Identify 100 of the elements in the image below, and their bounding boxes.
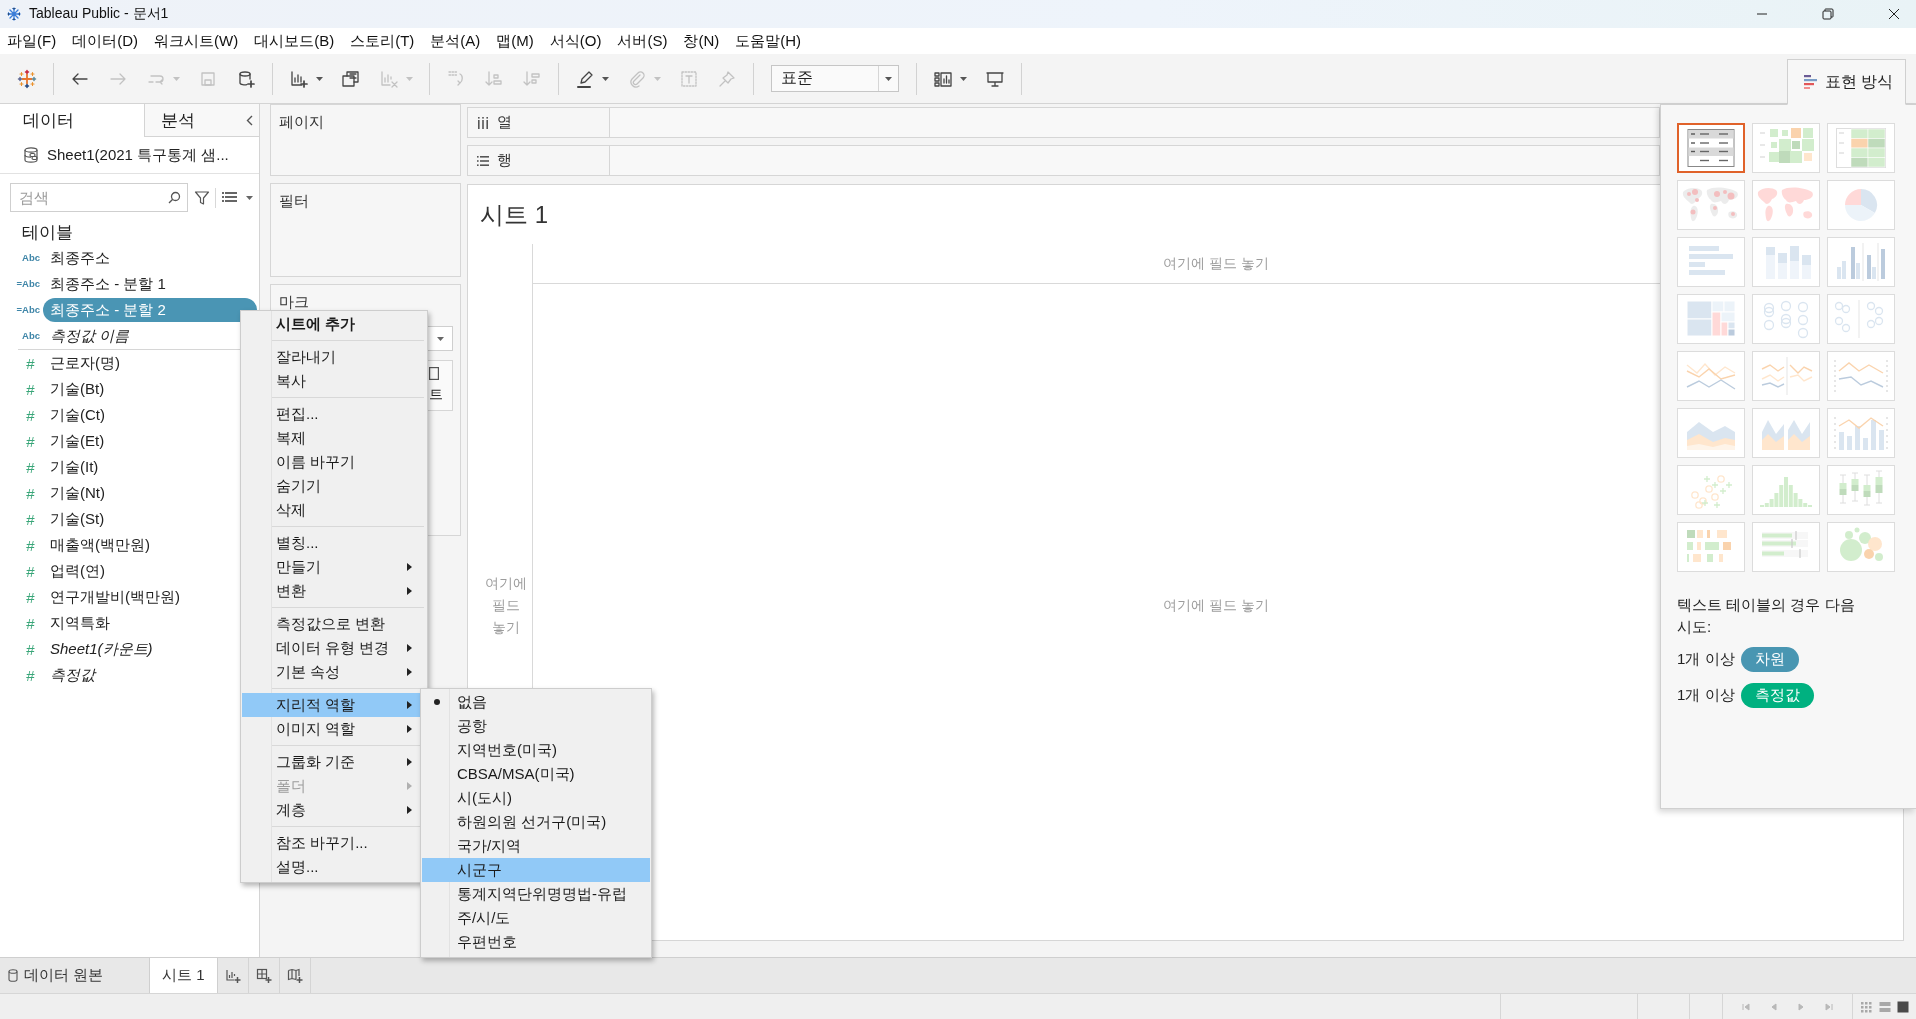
new-sheet-icon[interactable] xyxy=(224,967,241,984)
menu-item[interactable]: 하원의원 선거구(미국) xyxy=(422,810,650,834)
menu-item[interactable]: 데이터 유형 변경 xyxy=(242,636,426,660)
menu-item[interactable]: 삭제 xyxy=(242,498,426,522)
menu-item[interactable]: 우편번호 xyxy=(422,930,650,954)
menu-bar-item[interactable]: 분석(A) xyxy=(430,31,481,51)
columns-shelf[interactable] xyxy=(610,107,1660,138)
data-type-icon: =Abc xyxy=(16,305,40,315)
field-item[interactable]: Sheet1(카운트) xyxy=(43,637,160,661)
data-type-icon: # xyxy=(16,641,40,657)
menu-bar-item[interactable]: 워크시트(W) xyxy=(154,31,239,51)
drop-zone-text: 여기에 필드 놓기 xyxy=(484,574,528,637)
caret-icon[interactable] xyxy=(437,336,444,341)
data-type-icon: # xyxy=(16,459,40,475)
menu-item[interactable]: 국가/지역 xyxy=(422,834,650,858)
dot-grid-icon[interactable] xyxy=(1859,1000,1872,1013)
sheet-title: 시트 1 xyxy=(480,200,548,230)
rows-shelf[interactable] xyxy=(610,145,1660,176)
card-title: 마크 xyxy=(279,293,309,312)
data-type-icon: # xyxy=(16,537,40,553)
stacked-charts-icon[interactable] xyxy=(341,68,361,89)
menu-item[interactable]: 시(도시) xyxy=(422,786,650,810)
field-item[interactable]: 측정값 이름 xyxy=(43,324,137,348)
field-item[interactable]: 근로자(명) xyxy=(43,351,127,375)
data-type-icon: # xyxy=(16,615,40,631)
list-view-icon[interactable] xyxy=(222,191,237,204)
menu-bar-item[interactable]: 파일(F) xyxy=(7,31,57,51)
menu-bar-item[interactable]: 데이터(D) xyxy=(72,31,138,51)
grid-plus-icon[interactable] xyxy=(255,967,272,984)
menu-item[interactable]: 이름 바꾸기 xyxy=(242,450,426,474)
menu-item[interactable]: 시군구 xyxy=(422,858,650,882)
menu-item[interactable]: 통계지역단위명명법-유럽 xyxy=(422,882,650,906)
horizontal-bars-icon xyxy=(1804,75,1817,89)
menu-item[interactable]: 만들기 xyxy=(242,555,426,579)
sheet-tab[interactable]: 시트 1 xyxy=(150,958,218,993)
filled-square-icon[interactable] xyxy=(1897,1000,1910,1013)
menu-item[interactable]: 숨기기 xyxy=(242,474,426,498)
data-type-icon: # xyxy=(16,589,40,605)
logo-icon[interactable] xyxy=(17,68,37,89)
close-icon[interactable] xyxy=(1888,8,1900,20)
data-type-icon: # xyxy=(16,511,40,527)
pane-tab[interactable]: 분석 xyxy=(144,104,240,137)
filter-icon[interactable] xyxy=(194,189,210,206)
data-type-icon: # xyxy=(16,667,40,683)
field-item[interactable]: 기술(Ct) xyxy=(43,403,112,427)
shelf-label: 행 xyxy=(497,151,512,170)
menu-bar-item[interactable]: 서버(S) xyxy=(617,31,668,51)
field-item[interactable]: 최종주소 xyxy=(43,246,117,270)
database-link-icon xyxy=(22,146,40,164)
field-item[interactable]: 기술(It) xyxy=(43,455,106,479)
search-field[interactable]: 검색 xyxy=(10,183,188,212)
menu-item[interactable]: 기본 속성 xyxy=(242,660,426,684)
data-type-icon: =Abc xyxy=(16,279,40,289)
menu-bar-item[interactable]: 스토리(T) xyxy=(350,31,415,51)
field-item[interactable]: 매출액(백만원) xyxy=(43,533,157,557)
menu-item[interactable]: 복제 xyxy=(242,426,426,450)
database-plus-icon[interactable] xyxy=(236,68,256,89)
card-title: 필터 xyxy=(279,192,309,211)
field-item[interactable]: 기술(Bt) xyxy=(43,377,112,401)
data-type-icon: # xyxy=(16,563,40,579)
menu-item[interactable]: 별칭... xyxy=(242,531,426,555)
show-me-tab[interactable]: 표현 방식 xyxy=(1787,59,1906,105)
menu-item[interactable]: CBSA/MSA(미국) xyxy=(422,762,650,786)
caret-icon[interactable] xyxy=(602,76,609,81)
shelf-label: 열 xyxy=(497,113,512,132)
menu-item[interactable]: 측정값으로 변환 xyxy=(242,612,426,636)
map-plus-icon[interactable] xyxy=(286,967,303,984)
field-item[interactable]: 연구개발비(백만원) xyxy=(43,585,187,609)
field-item[interactable]: 측정값 xyxy=(43,663,102,687)
menu-item[interactable]: 변환 xyxy=(242,579,426,603)
field-item[interactable]: 기술(St) xyxy=(43,507,112,531)
caret-icon[interactable] xyxy=(316,76,323,81)
caret-icon[interactable] xyxy=(885,76,892,81)
menu-bar-item[interactable]: 대시보드(B) xyxy=(254,31,335,51)
menu-bar-item[interactable]: 서식(O) xyxy=(549,31,602,51)
field-item[interactable]: 기술(Nt) xyxy=(43,481,112,505)
menu-bar-item[interactable]: 맵(M) xyxy=(496,31,534,51)
menu-bar-item[interactable]: 창(N) xyxy=(683,31,720,51)
field-item[interactable]: 업력(연) xyxy=(43,559,112,583)
restore-icon[interactable] xyxy=(1822,8,1834,20)
rows-icon xyxy=(477,154,489,167)
field-item[interactable]: 기술(Et) xyxy=(43,429,112,453)
chevron-left-icon[interactable] xyxy=(246,114,253,126)
search-icon[interactable] xyxy=(168,191,181,204)
app-logo-icon xyxy=(6,6,22,22)
fit-select[interactable]: 표준 xyxy=(771,65,899,92)
caret-icon[interactable] xyxy=(246,195,253,200)
menu-item[interactable]: 주/시/도 xyxy=(422,906,650,930)
caret-icon[interactable] xyxy=(960,76,967,81)
field-item[interactable]: 최종주소 - 분할 1 xyxy=(43,272,173,296)
data-source-name: Sheet1(2021 특구통계 샘... xyxy=(47,145,229,165)
bullet-icon xyxy=(434,699,440,705)
menu-item[interactable]: 공항 xyxy=(422,714,650,738)
menu-item[interactable]: 지역번호(미국) xyxy=(422,738,650,762)
drop-zone-text: 여기에 필드 놓기 xyxy=(1163,254,1269,273)
strips-icon[interactable] xyxy=(1878,1000,1891,1013)
chart-type-button[interactable] xyxy=(1677,123,1745,173)
menu-bar-item[interactable]: 도움말(H) xyxy=(735,31,802,51)
field-item[interactable]: 지역특화 xyxy=(43,611,117,635)
window-title: Tableau Public - 문서1 xyxy=(29,5,169,23)
